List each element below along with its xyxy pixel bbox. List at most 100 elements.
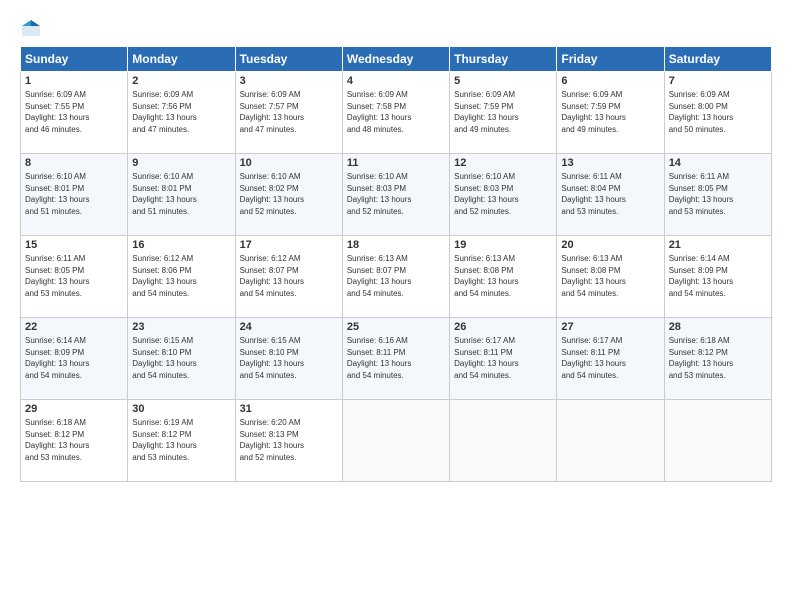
day-info: Sunrise: 6:09 AM Sunset: 7:56 PM Dayligh… — [132, 89, 230, 135]
day-cell: 25 Sunrise: 6:16 AM Sunset: 8:11 PM Dayli… — [342, 318, 449, 400]
day-number: 28 — [669, 321, 767, 333]
day-info: Sunrise: 6:12 AM Sunset: 8:07 PM Dayligh… — [240, 253, 338, 299]
day-cell: 8 Sunrise: 6:10 AM Sunset: 8:01 PM Daylig… — [21, 154, 128, 236]
day-cell: 17 Sunrise: 6:12 AM Sunset: 8:07 PM Dayli… — [235, 236, 342, 318]
logo — [20, 18, 46, 40]
header-thursday: Thursday — [450, 47, 557, 72]
day-number: 15 — [25, 239, 123, 251]
day-number: 21 — [669, 239, 767, 251]
day-number: 17 — [240, 239, 338, 251]
day-number: 8 — [25, 157, 123, 169]
calendar: SundayMondayTuesdayWednesdayThursdayFrid… — [20, 46, 772, 482]
day-cell: 3Sunrise: 6:09 AM Sunset: 7:57 PM Daylig… — [235, 72, 342, 154]
day-cell: 21Sunrise: 6:14 AM Sunset: 8:09 PM Dayli… — [664, 236, 771, 318]
logo-icon — [20, 18, 42, 40]
day-info: Sunrise: 6:15 AM Sunset: 8:10 PM Dayligh… — [132, 335, 230, 381]
day-info: Sunrise: 6:17 AM Sunset: 8:11 PM Dayligh… — [454, 335, 552, 381]
day-number: 10 — [240, 157, 338, 169]
day-number: 16 — [132, 239, 230, 251]
day-info: Sunrise: 6:09 AM Sunset: 7:55 PM Dayligh… — [25, 89, 123, 135]
day-info: Sunrise: 6:20 AM Sunset: 8:13 PM Dayligh… — [240, 417, 338, 463]
day-number: 31 — [240, 403, 338, 415]
day-info: Sunrise: 6:16 AM Sunset: 8:11 PM Dayligh… — [347, 335, 445, 381]
header-sunday: Sunday — [21, 47, 128, 72]
day-info: Sunrise: 6:10 AM Sunset: 8:02 PM Dayligh… — [240, 171, 338, 217]
day-number: 5 — [454, 75, 552, 87]
day-cell: 14 Sunrise: 6:11 AM Sunset: 8:05 PM Dayli… — [664, 154, 771, 236]
day-number: 7 — [669, 75, 767, 87]
day-info: Sunrise: 6:15 AM Sunset: 8:10 PM Dayligh… — [240, 335, 338, 381]
day-number: 23 — [132, 321, 230, 333]
day-cell: 23 Sunrise: 6:15 AM Sunset: 8:10 PM Dayli… — [128, 318, 235, 400]
day-number: 26 — [454, 321, 552, 333]
day-cell: 10 Sunrise: 6:10 AM Sunset: 8:02 PM Dayli… — [235, 154, 342, 236]
day-number: 4 — [347, 75, 445, 87]
day-info: Sunrise: 6:12 AM Sunset: 8:06 PM Dayligh… — [132, 253, 230, 299]
header-friday: Friday — [557, 47, 664, 72]
day-info: Sunrise: 6:13 AM Sunset: 8:07 PM Dayligh… — [347, 253, 445, 299]
header-saturday: Saturday — [664, 47, 771, 72]
week-row-1: 1 Sunrise: 6:09 AM Sunset: 7:55 PM Daylig… — [21, 72, 772, 154]
day-cell: 19 Sunrise: 6:13 AM Sunset: 8:08 PM Dayli… — [450, 236, 557, 318]
day-number: 2 — [132, 75, 230, 87]
week-row-4: 22 Sunrise: 6:14 AM Sunset: 8:09 PM Dayli… — [21, 318, 772, 400]
day-cell — [664, 400, 771, 482]
day-number: 14 — [669, 157, 767, 169]
day-info: Sunrise: 6:13 AM Sunset: 8:08 PM Dayligh… — [454, 253, 552, 299]
day-number: 30 — [132, 403, 230, 415]
day-info: Sunrise: 6:19 AM Sunset: 8:12 PM Dayligh… — [132, 417, 230, 463]
day-cell — [557, 400, 664, 482]
day-cell: 30 Sunrise: 6:19 AM Sunset: 8:12 PM Dayli… — [128, 400, 235, 482]
day-info: Sunrise: 6:13 AM Sunset: 8:08 PM Dayligh… — [561, 253, 659, 299]
day-cell: 24 Sunrise: 6:15 AM Sunset: 8:10 PM Dayli… — [235, 318, 342, 400]
page: SundayMondayTuesdayWednesdayThursdayFrid… — [0, 0, 792, 612]
day-cell: 26 Sunrise: 6:17 AM Sunset: 8:11 PM Dayli… — [450, 318, 557, 400]
header-monday: Monday — [128, 47, 235, 72]
day-number: 13 — [561, 157, 659, 169]
day-info: Sunrise: 6:17 AM Sunset: 8:11 PM Dayligh… — [561, 335, 659, 381]
day-cell: 29Sunrise: 6:18 AM Sunset: 8:12 PM Dayli… — [21, 400, 128, 482]
week-row-3: 15 Sunrise: 6:11 AM Sunset: 8:05 PM Dayli… — [21, 236, 772, 318]
day-number: 12 — [454, 157, 552, 169]
day-info: Sunrise: 6:10 AM Sunset: 8:01 PM Dayligh… — [132, 171, 230, 217]
day-info: Sunrise: 6:09 AM Sunset: 7:59 PM Dayligh… — [454, 89, 552, 135]
day-cell — [342, 400, 449, 482]
day-cell: 5 Sunrise: 6:09 AM Sunset: 7:59 PM Daylig… — [450, 72, 557, 154]
day-info: Sunrise: 6:10 AM Sunset: 8:03 PM Dayligh… — [454, 171, 552, 217]
week-row-5: 29Sunrise: 6:18 AM Sunset: 8:12 PM Dayli… — [21, 400, 772, 482]
day-number: 25 — [347, 321, 445, 333]
header-tuesday: Tuesday — [235, 47, 342, 72]
day-number: 27 — [561, 321, 659, 333]
day-number: 11 — [347, 157, 445, 169]
day-cell: 11 Sunrise: 6:10 AM Sunset: 8:03 PM Dayli… — [342, 154, 449, 236]
day-number: 1 — [25, 75, 123, 87]
day-number: 20 — [561, 239, 659, 251]
day-cell: 27 Sunrise: 6:17 AM Sunset: 8:11 PM Dayli… — [557, 318, 664, 400]
day-info: Sunrise: 6:09 AM Sunset: 8:00 PM Dayligh… — [669, 89, 767, 135]
day-cell: 13 Sunrise: 6:11 AM Sunset: 8:04 PM Dayli… — [557, 154, 664, 236]
day-info: Sunrise: 6:18 AM Sunset: 8:12 PM Dayligh… — [25, 417, 123, 463]
day-info: Sunrise: 6:10 AM Sunset: 8:03 PM Dayligh… — [347, 171, 445, 217]
day-number: 3 — [240, 75, 338, 87]
day-info: Sunrise: 6:11 AM Sunset: 8:04 PM Dayligh… — [561, 171, 659, 217]
header-row: SundayMondayTuesdayWednesdayThursdayFrid… — [21, 47, 772, 72]
day-info: Sunrise: 6:18 AM Sunset: 8:12 PM Dayligh… — [669, 335, 767, 381]
day-cell: 2 Sunrise: 6:09 AM Sunset: 7:56 PM Daylig… — [128, 72, 235, 154]
day-info: Sunrise: 6:11 AM Sunset: 8:05 PM Dayligh… — [669, 171, 767, 217]
day-number: 18 — [347, 239, 445, 251]
header — [20, 18, 772, 40]
day-number: 9 — [132, 157, 230, 169]
day-info: Sunrise: 6:11 AM Sunset: 8:05 PM Dayligh… — [25, 253, 123, 299]
day-number: 6 — [561, 75, 659, 87]
day-number: 24 — [240, 321, 338, 333]
day-number: 19 — [454, 239, 552, 251]
day-cell: 18 Sunrise: 6:13 AM Sunset: 8:07 PM Dayli… — [342, 236, 449, 318]
day-cell: 31 Sunrise: 6:20 AM Sunset: 8:13 PM Dayli… — [235, 400, 342, 482]
day-cell: 20 Sunrise: 6:13 AM Sunset: 8:08 PM Dayli… — [557, 236, 664, 318]
day-info: Sunrise: 6:14 AM Sunset: 8:09 PM Dayligh… — [25, 335, 123, 381]
day-number: 22 — [25, 321, 123, 333]
day-info: Sunrise: 6:09 AM Sunset: 7:59 PM Dayligh… — [561, 89, 659, 135]
day-cell — [450, 400, 557, 482]
day-cell: 22 Sunrise: 6:14 AM Sunset: 8:09 PM Dayli… — [21, 318, 128, 400]
day-info: Sunrise: 6:10 AM Sunset: 8:01 PM Dayligh… — [25, 171, 123, 217]
